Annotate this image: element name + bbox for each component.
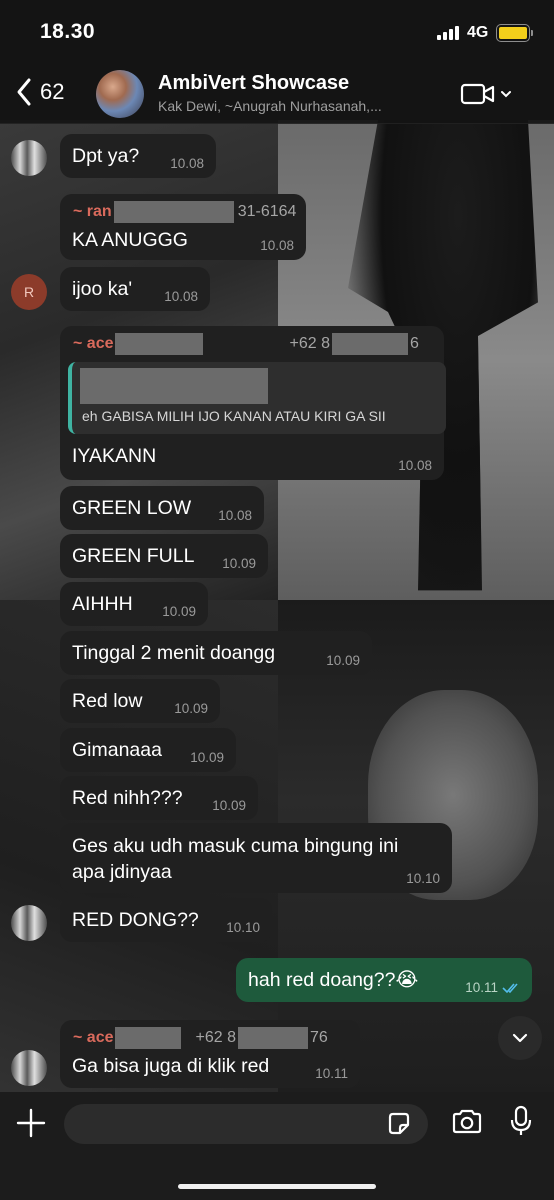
sender-name[interactable]: ~ ace +62 8 76 (73, 1027, 328, 1049)
camera-icon[interactable] (450, 1108, 484, 1136)
video-call-button[interactable] (460, 82, 512, 106)
avatar[interactable] (11, 905, 47, 941)
redacted-block (115, 333, 204, 355)
sticker-icon[interactable] (386, 1111, 412, 1137)
chevron-down-icon (512, 1033, 528, 1043)
group-title[interactable]: AmbiVert Showcase (158, 72, 349, 95)
redacted-block (80, 368, 268, 404)
message-time: 10.11 (315, 1066, 348, 1081)
message-bubble[interactable]: AIHHH 10.09 (60, 582, 208, 626)
quoted-text: eh GABISA MILIH IJO KANAN ATAU KIRI GA S… (82, 408, 386, 424)
quoted-message[interactable]: eh GABISA MILIH IJO KANAN ATAU KIRI GA S… (68, 362, 446, 434)
message-bubble[interactable]: RED DONG?? 10.10 (60, 898, 272, 942)
message-bubble[interactable]: Red low 10.09 (60, 679, 220, 723)
message-input[interactable] (64, 1104, 428, 1144)
scroll-to-bottom-button[interactable] (498, 1016, 542, 1060)
message-time: 10.09 (190, 750, 224, 765)
avatar[interactable] (11, 140, 47, 176)
message-time: 10.09 (326, 653, 360, 668)
back-button[interactable]: 62 (14, 76, 64, 108)
redacted-block (331, 333, 408, 355)
signal-icon (437, 26, 459, 40)
message-text-line-2: apa jdinyaa (72, 861, 172, 883)
sender-name[interactable]: ~ ace +62 86 (73, 333, 419, 355)
status-time: 18.30 (40, 20, 96, 43)
group-avatar[interactable] (96, 70, 144, 118)
avatar[interactable]: R (11, 274, 47, 310)
message-bubble[interactable]: ~ ran 31-6164 KA ANUGGG 10.08 (60, 194, 306, 260)
double-check-icon (502, 983, 518, 994)
message-time: 10.10 (226, 920, 260, 935)
message-time: 10.11 (465, 980, 522, 995)
group-members[interactable]: Kak Dewi, ~Anugrah Nurhasanah,... (158, 98, 448, 114)
redacted-block (113, 201, 234, 223)
message-bubble[interactable]: Red nihh??? 10.09 (60, 776, 258, 820)
message-time: 10.08 (164, 289, 198, 304)
message-time: 10.08 (218, 508, 252, 523)
message-time: 10.08 (170, 156, 204, 171)
message-bubble[interactable]: GREEN LOW 10.08 (60, 486, 264, 530)
message-bubble[interactable]: Tinggal 2 menit doangg 10.09 (60, 631, 372, 675)
message-time: 10.09 (174, 701, 208, 716)
chat-header: 62 AmbiVert Showcase Kak Dewi, ~Anugrah … (0, 62, 554, 124)
message-text: Tinggal 2 menit doangg (72, 642, 276, 664)
message-bubble[interactable]: Ges aku udh masuk cuma bingung ini apa j… (60, 823, 452, 893)
message-bubble[interactable]: ~ ace +62 8 76 Ga bisa juga di klik red 10… (60, 1020, 360, 1088)
status-bar: 18.30 4G (0, 0, 554, 62)
unread-count: 62 (40, 79, 65, 104)
message-time: 10.10 (406, 871, 440, 886)
avatar[interactable] (11, 1050, 47, 1086)
network-type: 4G (467, 24, 489, 41)
chevron-down-icon (501, 91, 511, 98)
sender-name[interactable]: ~ ran 31-6164 (73, 201, 296, 223)
message-bubble[interactable]: ijoo ka' 10.08 (60, 267, 210, 311)
message-bubble[interactable]: ~ ace +62 86 eh GABISA MILIH IJO KANAN AT… (60, 326, 446, 480)
message-time: 10.08 (398, 458, 432, 473)
plus-icon[interactable] (14, 1106, 48, 1140)
microphone-icon[interactable] (508, 1104, 534, 1138)
message-text-line-1: Ges aku udh masuk cuma bingung ini (72, 835, 399, 857)
message-time: 10.09 (212, 798, 246, 813)
outgoing-message-bubble[interactable]: hah red doang??😭 10.11 (236, 958, 532, 1002)
message-bubble[interactable]: Gimanaaa 10.09 (60, 728, 236, 772)
message-time: 10.09 (222, 556, 256, 571)
message-bubble[interactable]: Dpt ya? 10.08 (60, 134, 216, 178)
redacted-block (115, 1027, 182, 1049)
chevron-left-icon (17, 78, 31, 106)
video-camera-icon (460, 83, 495, 105)
message-time: 10.08 (260, 238, 294, 253)
redacted-block (237, 1027, 308, 1049)
battery-icon (496, 24, 533, 42)
home-indicator[interactable] (178, 1184, 376, 1189)
message-bubble[interactable]: GREEN FULL 10.09 (60, 534, 268, 578)
message-time: 10.09 (162, 604, 196, 619)
